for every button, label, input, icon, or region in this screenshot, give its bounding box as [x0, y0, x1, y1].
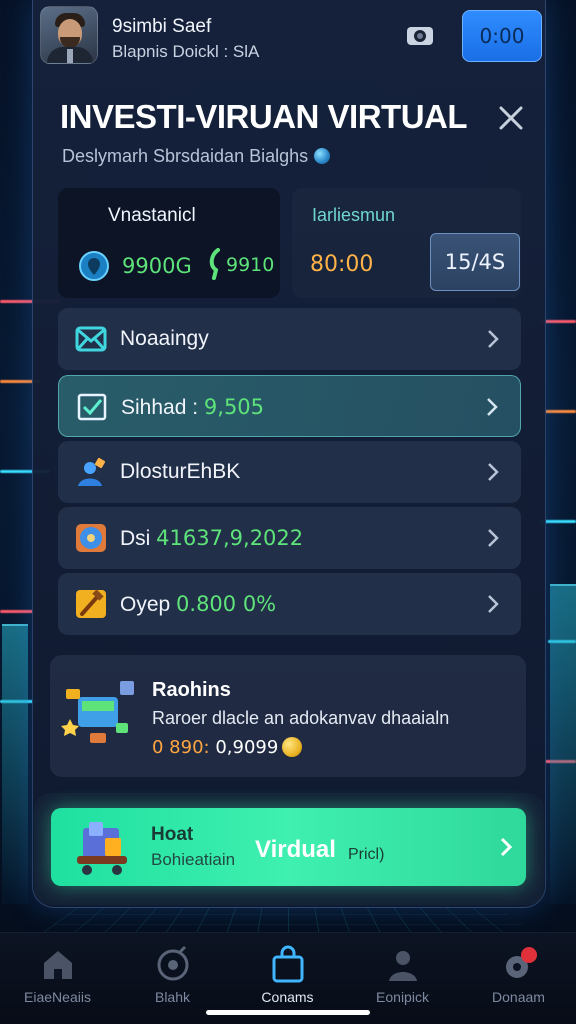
globe-icon	[314, 148, 331, 164]
bag-icon	[272, 945, 303, 983]
stat-right-label: Iarliesmun	[312, 205, 396, 225]
nav-item-profile[interactable]: Eonipick	[345, 941, 460, 1011]
camera-button[interactable]	[400, 16, 440, 56]
menu-label-3: Dsi	[120, 527, 157, 550]
home-indicator	[206, 1010, 370, 1015]
nav-label-home: EiaeNeaiis	[24, 989, 91, 1005]
location-pin-icon	[79, 251, 109, 281]
menu-label-1: Sihhad :	[121, 396, 204, 419]
stat-left-value1: 9900G	[122, 254, 192, 278]
menu-number-3: 41637,9,2022	[156, 526, 304, 550]
stat-card-right: Iarliesmun 80:00 15/4S	[292, 188, 521, 298]
menu-row-1[interactable]: Sihhad : 9,505	[58, 375, 521, 437]
avatar[interactable]	[40, 6, 98, 64]
hammer-icon	[76, 589, 106, 618]
close-button[interactable]	[496, 103, 526, 133]
time-button[interactable]: 0:00	[462, 10, 542, 62]
chevron-right-icon	[488, 595, 499, 613]
settings-icon	[505, 947, 537, 978]
chevron-right-icon	[488, 529, 499, 547]
rewards-value-a: 0 890:	[152, 737, 210, 758]
stat-left-value2: 9910	[226, 254, 275, 276]
menu-row-0[interactable]: Noaaingy	[58, 308, 521, 370]
mail-icon	[75, 326, 107, 352]
menu-label-4: Oyep	[120, 593, 177, 616]
disc-icon	[76, 524, 106, 552]
nav-item-home[interactable]: EiaeNeaiis	[0, 941, 115, 1011]
rewards-value-b: 0,9099	[209, 737, 279, 758]
rewards-title: Raohins	[152, 679, 231, 701]
user-name: 9simbi Saef	[112, 16, 212, 37]
rewards-value: 0 890: 0,9099	[152, 737, 303, 758]
ratio-button[interactable]: 15/4S	[430, 233, 520, 291]
person-tools-icon	[78, 457, 106, 486]
menu-label-2: DlosturEhBK	[120, 460, 241, 483]
virtual-cta-button[interactable]: Hoat Bohieatiain Virdual Pricl)	[51, 808, 526, 886]
cta-tail: Pricl)	[348, 846, 385, 863]
cta-line1: Hoat	[151, 824, 194, 845]
nav-item-bag[interactable]: Conams	[230, 941, 345, 1011]
menu-row-2[interactable]: DlosturEhBK	[58, 441, 521, 503]
rewards-icon	[61, 681, 134, 743]
stat-left-label: Vnastanicl	[108, 205, 196, 226]
cta-main-label: Virdual	[255, 836, 336, 863]
coin-icon	[282, 737, 303, 757]
menu-row-3[interactable]: Dsi 41637,9,2022	[58, 507, 521, 569]
leaf-icon	[209, 248, 220, 280]
page-title: INVESTI-VIRUAN VIRTUAL	[60, 98, 468, 135]
nav-label-settings: Donaam	[492, 989, 545, 1005]
chevron-right-icon	[500, 837, 512, 857]
close-icon	[499, 106, 523, 130]
menu-label-0: Noaaingy	[120, 327, 209, 350]
home-icon	[43, 951, 72, 979]
chevron-right-icon	[488, 463, 499, 481]
nav-label-target: Blahk	[154, 989, 191, 1005]
nav-label-profile: Eonipick	[376, 989, 429, 1005]
chevron-right-icon	[488, 330, 499, 348]
checkbox-icon	[77, 393, 107, 421]
menu-number-4: 0.800 0%	[176, 592, 277, 616]
target-icon	[157, 945, 188, 981]
profile-icon	[388, 951, 417, 981]
nav-item-target[interactable]: Blahk	[115, 941, 230, 1011]
camera-icon	[407, 27, 433, 45]
cart-icon	[77, 822, 127, 875]
stat-card-left: Vnastanicl 9900G 9910	[58, 188, 280, 298]
cta-line2: Bohieatiain	[151, 850, 236, 869]
nav-label-bag: Conams	[261, 989, 314, 1005]
nav-item-settings[interactable]: Donaam	[461, 941, 576, 1011]
stat-right-value: 80:00	[310, 252, 374, 277]
user-subtitle: Blapnis Doickl : SlA	[112, 42, 260, 61]
chevron-right-icon	[487, 398, 498, 416]
rewards-description: Raroer dlacle an adokanvav dhaaialn	[152, 708, 450, 728]
page-subtitle: Deslymarh Sbrsdaidan Bialghs	[62, 146, 331, 167]
rewards-card[interactable]: Raohins Raroer dlacle an adokanvav dhaai…	[50, 655, 526, 777]
menu-number-1: 9,505	[203, 395, 265, 419]
menu-row-4[interactable]: Oyep 0.800 0%	[58, 573, 521, 635]
top-bar: 9simbi Saef Blapnis Doickl : SlA 0:00	[40, 6, 542, 66]
subtitle-text: Deslymarh Sbrsdaidan Bialghs	[62, 146, 309, 166]
